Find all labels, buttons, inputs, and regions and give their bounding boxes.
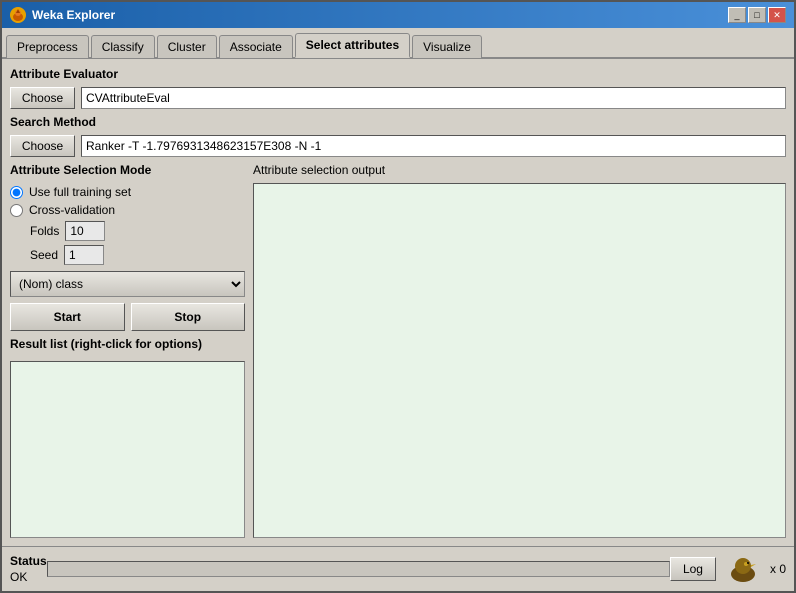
use-full-training-row: Use full training set <box>10 185 245 199</box>
seed-input[interactable] <box>64 245 104 265</box>
app-icon <box>10 7 26 23</box>
search-method-label: Search Method <box>10 115 786 129</box>
maximize-button[interactable]: □ <box>748 7 766 23</box>
attribute-evaluator-row: Choose CVAttributeEval <box>10 87 786 109</box>
content-area: Preprocess Classify Cluster Associate Se… <box>2 28 794 591</box>
tab-associate[interactable]: Associate <box>219 35 293 58</box>
close-button[interactable]: ✕ <box>768 7 786 23</box>
result-list-label: Result list (right-click for options) <box>10 337 245 351</box>
start-stop-buttons: Start Stop <box>10 303 245 331</box>
start-button[interactable]: Start <box>10 303 125 331</box>
use-full-training-radio[interactable] <box>10 186 23 199</box>
result-list-box[interactable] <box>10 361 245 538</box>
left-column: Attribute Selection Mode Use full traini… <box>10 163 245 538</box>
status-bar: Status OK Log x 0 <box>2 546 794 591</box>
output-label: Attribute selection output <box>253 163 786 177</box>
class-dropdown-row: (Nom) class <box>10 271 245 297</box>
window-title: Weka Explorer <box>32 8 115 22</box>
tab-cluster[interactable]: Cluster <box>157 35 217 58</box>
two-column-layout: Attribute Selection Mode Use full traini… <box>10 163 786 538</box>
cross-validation-label: Cross-validation <box>29 203 115 217</box>
right-column: Attribute selection output <box>253 163 786 538</box>
main-window: Weka Explorer _ □ ✕ Preprocess Classify … <box>0 0 796 593</box>
class-dropdown[interactable]: (Nom) class <box>10 271 245 297</box>
minimize-button[interactable]: _ <box>728 7 746 23</box>
attribute-evaluator-choose-button[interactable]: Choose <box>10 87 75 109</box>
folds-input[interactable] <box>65 221 105 241</box>
attribute-selection-mode-section: Attribute Selection Mode Use full traini… <box>10 163 245 265</box>
status-left: Status OK <box>10 554 47 584</box>
seed-label: Seed <box>30 248 58 262</box>
cross-validation-radio[interactable] <box>10 204 23 217</box>
tabs-bar: Preprocess Classify Cluster Associate Se… <box>2 28 794 59</box>
log-button[interactable]: Log <box>670 557 716 581</box>
attribute-evaluator-value: CVAttributeEval <box>81 87 786 109</box>
status-value: OK <box>10 570 47 584</box>
use-full-training-label: Use full training set <box>29 185 131 199</box>
tab-classify[interactable]: Classify <box>91 35 155 58</box>
output-box <box>253 183 786 538</box>
main-content: Attribute Evaluator Choose CVAttributeEv… <box>2 59 794 546</box>
status-right: Log x 0 <box>670 554 786 584</box>
cv-options: Folds <box>10 221 245 241</box>
seed-options: Seed <box>10 245 245 265</box>
title-bar: Weka Explorer _ □ ✕ <box>2 2 794 28</box>
tab-visualize[interactable]: Visualize <box>412 35 482 58</box>
status-label: Status <box>10 554 47 568</box>
attribute-evaluator-label: Attribute Evaluator <box>10 67 786 81</box>
attribute-selection-mode-label: Attribute Selection Mode <box>10 163 245 177</box>
title-bar-left: Weka Explorer <box>10 7 115 23</box>
tab-select-attributes[interactable]: Select attributes <box>295 33 410 58</box>
search-method-row: Choose Ranker -T -1.7976931348623157E308… <box>10 135 786 157</box>
search-method-choose-button[interactable]: Choose <box>10 135 75 157</box>
window-controls: _ □ ✕ <box>728 7 786 23</box>
attribute-evaluator-section: Attribute Evaluator Choose CVAttributeEv… <box>10 67 786 109</box>
search-method-value: Ranker -T -1.7976931348623157E308 -N -1 <box>81 135 786 157</box>
tab-preprocess[interactable]: Preprocess <box>6 35 89 58</box>
search-method-section: Search Method Choose Ranker -T -1.797693… <box>10 115 786 157</box>
cross-validation-row: Cross-validation <box>10 203 245 217</box>
progress-bar <box>47 561 670 577</box>
folds-label: Folds <box>30 224 59 238</box>
stop-button[interactable]: Stop <box>131 303 246 331</box>
x-count: x 0 <box>770 562 786 576</box>
bird-icon <box>724 554 762 584</box>
